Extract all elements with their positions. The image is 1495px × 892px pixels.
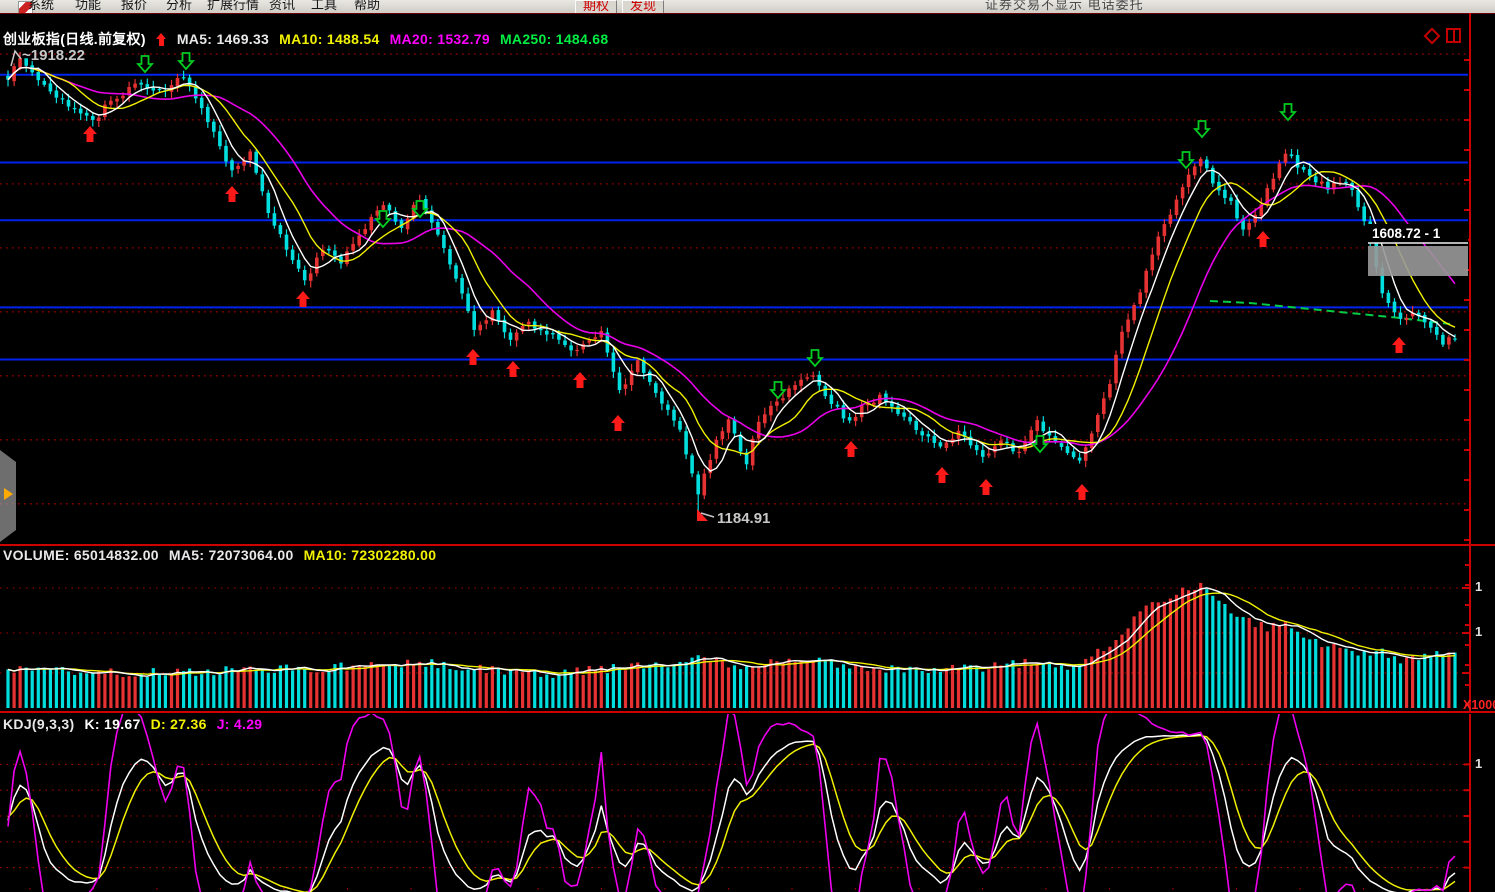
ma20-value-label: MA20: 1532.79: [390, 31, 490, 47]
kdj-d-label: D: 27.36: [151, 716, 207, 732]
menu-bar: 系统 功能 报价 分析 扩展行情 资讯 工具 帮助 期权 发现 证券交易不显示 …: [0, 0, 1495, 14]
menu-item-quotes[interactable]: 报价: [121, 0, 147, 13]
menu-item-help[interactable]: 帮助: [354, 0, 380, 13]
menu-item-function[interactable]: 功能: [75, 0, 101, 13]
kdj-k-label: K: 19.67: [84, 716, 140, 732]
volume-axis-label-2: 1: [1475, 624, 1482, 639]
main-chart-canvas[interactable]: ~1918.22 1184.91 1608.72 - 1: [0, 13, 1495, 545]
volume-ma5-label: MA5: 72073064.00: [169, 547, 294, 563]
kdj-name-label: KDJ(9,3,3): [3, 716, 74, 732]
kdj-j-label: J: 4.29: [217, 716, 263, 732]
volume-chart-canvas[interactable]: 1 1 X10000: [0, 546, 1495, 711]
split-panes-icon[interactable]: [1446, 28, 1461, 43]
menu-hot-label-2: 发现: [630, 0, 656, 14]
main-chart-layers: [0, 13, 1470, 545]
kdj-chart-canvas[interactable]: 1: [0, 714, 1495, 892]
ma5-value-label: MA5: 1469.33: [177, 31, 269, 47]
menu-item-extended[interactable]: 扩展行情: [207, 0, 259, 13]
trend-up-arrow-icon: [156, 33, 167, 46]
volume-kdj-separator: [0, 711, 1495, 713]
sidebar-flyout-handle[interactable]: [0, 450, 16, 542]
kdj-axis-label: 1: [1475, 756, 1482, 771]
tooltip-value-label: 1608.72 - 1: [1372, 226, 1441, 241]
menu-item-system[interactable]: 系统: [28, 0, 54, 13]
menu-right-status-text: 证券交易不显示 电话委托: [985, 0, 1144, 13]
menu-hot-label-1: 期权: [583, 0, 609, 14]
menu-item-analysis[interactable]: 分析: [166, 0, 192, 13]
high-price-label: ~1918.22: [22, 47, 85, 64]
volume-header: VOLUME: 65014832.00 MA5: 72073064.00 MA1…: [3, 547, 436, 563]
flyout-expand-arrow-icon: [4, 488, 13, 500]
volume-multiplier-label: X10000: [1463, 698, 1495, 711]
low-price-label: 1184.91: [717, 510, 770, 527]
chart-title: 创业板指(日线.前复权): [3, 29, 146, 49]
volume-chart-layers: [0, 546, 1470, 711]
trading-terminal-window: { "menu_bar": { "items": [ {"label":"系统"…: [0, 0, 1495, 892]
menu-item-info[interactable]: 资讯: [269, 0, 295, 13]
main-chart-header: 创业板指(日线.前复权) MA5: 1469.33 MA10: 1488.54 …: [3, 29, 608, 49]
kdj-header: KDJ(9,3,3) K: 19.67 D: 27.36 J: 4.29: [3, 716, 262, 732]
menu-item-tools[interactable]: 工具: [311, 0, 337, 13]
ma250-value-label: MA250: 1484.68: [500, 31, 609, 47]
menu-hot-button-1[interactable]: 期权: [575, 0, 617, 14]
menu-hot-button-2[interactable]: 发现: [622, 0, 664, 14]
volume-ma10-label: MA10: 72302280.00: [304, 547, 437, 563]
ma10-value-label: MA10: 1488.54: [279, 31, 379, 47]
volume-value-label: VOLUME: 65014832.00: [3, 547, 159, 563]
volume-axis-label-1: 1: [1475, 579, 1482, 594]
kdj-chart-layers: [0, 714, 1470, 892]
tooltip-highlight-box[interactable]: [1368, 246, 1468, 276]
